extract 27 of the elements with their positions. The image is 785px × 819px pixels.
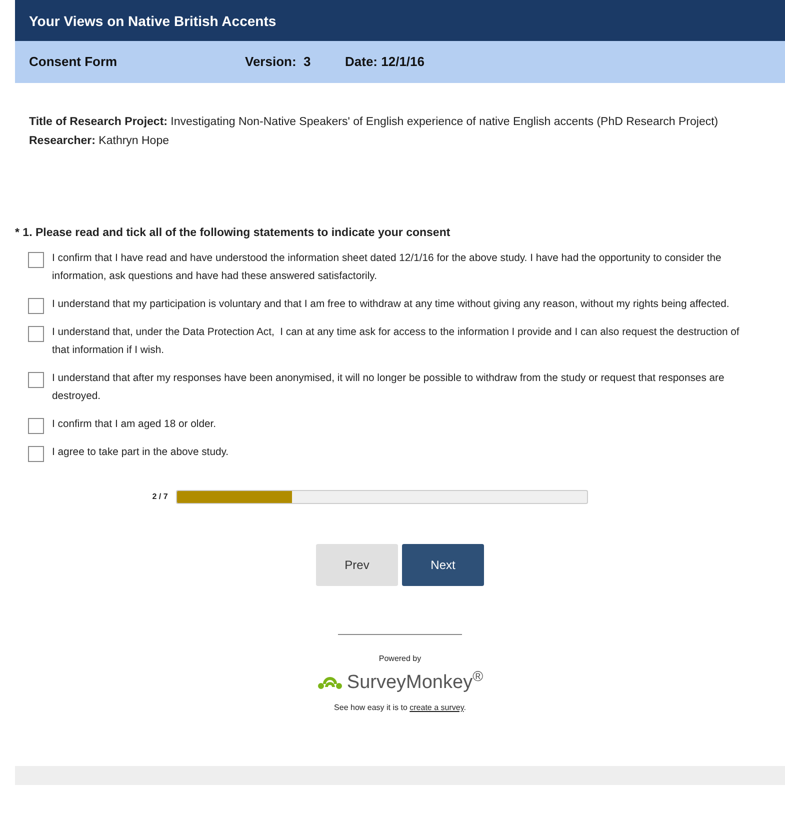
checkbox[interactable] <box>28 252 44 268</box>
version-label: Version: 3 <box>245 53 312 71</box>
monkey-icon <box>316 675 343 692</box>
checkbox[interactable] <box>28 418 44 434</box>
footer-note: See how easy it is to create a survey. <box>333 702 467 714</box>
next-button[interactable]: Next <box>402 544 484 586</box>
prev-button[interactable]: Prev <box>316 544 398 586</box>
form-name: Consent Form <box>29 53 118 71</box>
checkbox[interactable] <box>28 446 44 462</box>
option-label[interactable]: I agree to take part in the above study. <box>52 444 757 462</box>
checkbox[interactable] <box>28 298 44 314</box>
option-label[interactable]: I confirm that I have read and have understood the information sheet dated 12/1/16 for the above study. I have had the opportunity to consider the information, ask questions and have had these answered satisfactorily. <box>52 250 757 286</box>
date-label: Date: 12/1/16 <box>345 53 424 71</box>
question-title: * 1. Please read and tick all of the following statements to indicate your consent <box>15 226 452 241</box>
option-label[interactable]: I confirm that I am aged 18 or older. <box>52 416 757 434</box>
intro-paragraph: Title of Research Project: Investigating Non-Native Speakers' of English experience of native English accents (PhD Research Project) <box>29 115 720 130</box>
checkbox[interactable] <box>28 372 44 388</box>
intro-paragraph: Researcher: Kathryn Hope <box>29 134 170 149</box>
checkbox[interactable] <box>28 326 44 342</box>
option-label[interactable]: I understand that, under the Data Protection Act, I can at any time ask for access to the information I provide and I can also request the destruction of that information if I wish. <box>52 324 757 360</box>
create-survey-link[interactable]: create a survey <box>410 702 464 712</box>
powered-by-text: Powered by <box>378 653 422 666</box>
logo[interactable]: SurveyMonkey$^{®}$ <box>316 669 484 698</box>
option-label[interactable]: I understand that my participation is voluntary and that I am free to withdraw at any time without giving any reason, without my rights being affected. <box>52 296 757 314</box>
survey-title: Your Views on Native British Accents <box>15 0 785 41</box>
progress-label: 2 / 7 <box>152 491 168 504</box>
option-label[interactable]: I understand that after my responses have been anonymised, it will no longer be possible to withdraw from the study or request that responses are destroyed. <box>52 370 757 406</box>
